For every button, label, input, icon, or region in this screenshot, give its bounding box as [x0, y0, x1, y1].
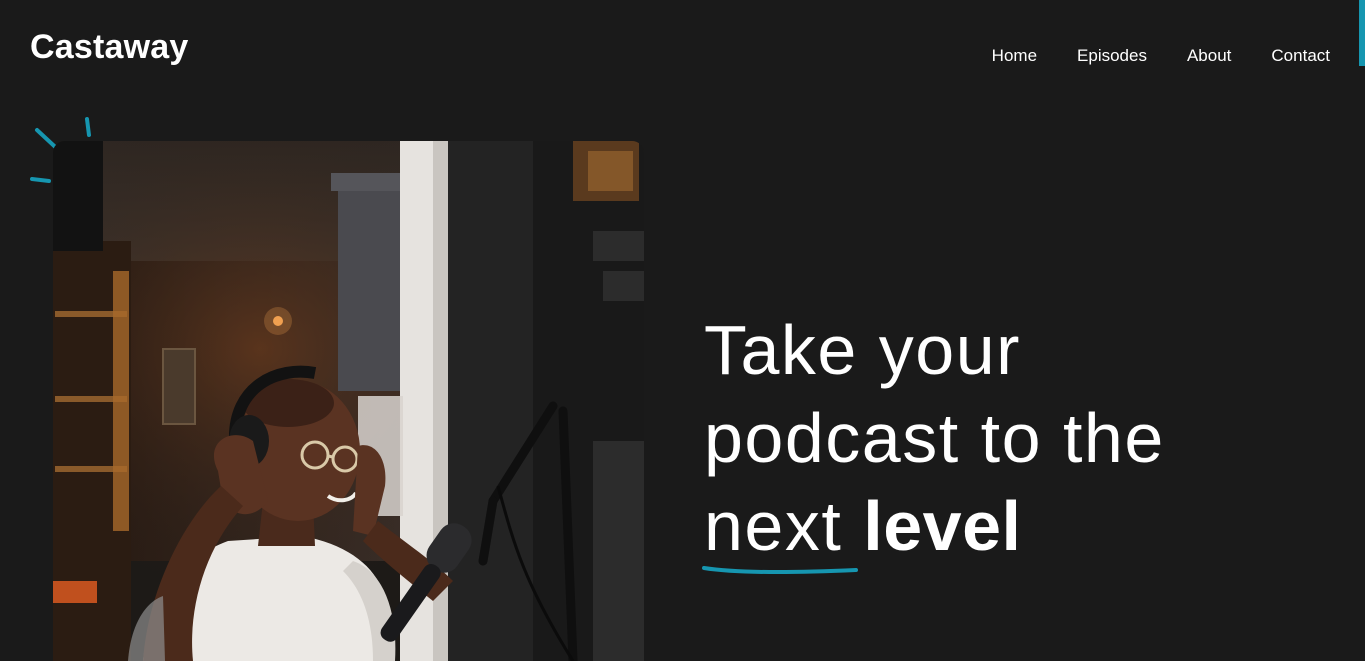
headline-line-1: Take your: [704, 311, 1021, 389]
headline-line-3: next level: [702, 482, 1324, 574]
nav-link-about[interactable]: About: [1187, 46, 1231, 66]
nav-link-episodes[interactable]: Episodes: [1077, 46, 1147, 66]
headline-word-next-text: next: [704, 487, 843, 565]
hero-image: [53, 141, 644, 661]
squiggle-underline-decoration: [702, 566, 858, 574]
nav-link-home[interactable]: Home: [992, 46, 1037, 66]
headline-line-2: podcast to the: [704, 399, 1165, 477]
headline-word-next: next: [702, 482, 858, 574]
hero-headline: Take your podcast to the next level: [702, 306, 1324, 574]
site-header: Castaway Home Episodes About Contact: [0, 0, 1365, 100]
headline-word-level: level: [863, 487, 1022, 565]
edge-accent-bar: [1359, 0, 1365, 66]
podcaster-illustration: [53, 141, 644, 661]
main-nav: Home Episodes About Contact: [992, 46, 1330, 66]
nav-link-contact[interactable]: Contact: [1271, 46, 1330, 66]
site-logo[interactable]: Castaway: [30, 28, 188, 67]
